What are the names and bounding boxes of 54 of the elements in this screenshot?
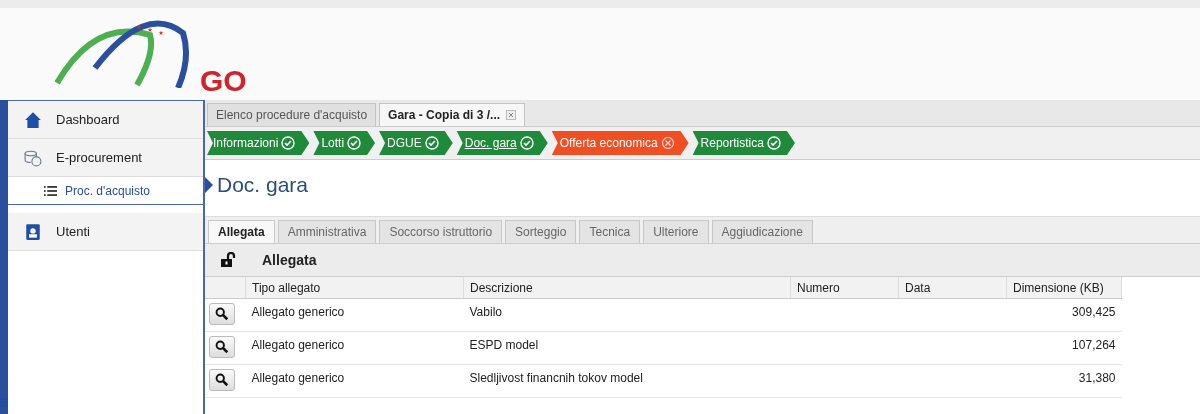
search-button[interactable] xyxy=(209,369,235,391)
table-cell: 309,425 xyxy=(1006,298,1122,332)
wizard-step[interactable]: DGUE xyxy=(379,131,453,155)
tab[interactable]: Amministrativa xyxy=(277,220,377,243)
tab[interactable]: Aggiudicazione xyxy=(711,220,813,243)
search-icon xyxy=(215,373,229,387)
table-cell: Allegato generico xyxy=(245,364,464,398)
sidebar-item[interactable]: Dashboard xyxy=(8,101,203,139)
wizard-step[interactable]: Reportistica xyxy=(692,131,795,155)
home-icon xyxy=(24,110,42,129)
check-circle-icon xyxy=(424,136,439,150)
column-header[interactable]: Dimensione (KB) xyxy=(1006,277,1122,299)
cross-circle-icon xyxy=(660,136,675,150)
wizard-step[interactable]: Lotti xyxy=(313,131,376,155)
table-cell: 31,380 xyxy=(1006,364,1122,398)
search-icon xyxy=(215,340,229,354)
section-title: Allegata xyxy=(262,252,317,268)
coins-icon xyxy=(24,148,42,167)
search-icon xyxy=(215,307,229,321)
column-header[interactable]: Tipo allegato xyxy=(245,277,464,299)
page-title: Doc. gara xyxy=(217,173,309,197)
table-cell: 107,264 xyxy=(1006,331,1122,365)
close-icon[interactable] xyxy=(506,110,517,120)
column-header[interactable]: Data xyxy=(898,277,1007,299)
check-circle-icon xyxy=(281,136,296,150)
search-button[interactable] xyxy=(209,303,235,325)
search-button[interactable] xyxy=(209,336,235,358)
tab[interactable]: Sorteggio xyxy=(505,220,577,243)
document-tab[interactable]: Elenco procedure d'acquisto xyxy=(207,103,377,126)
caret-icon xyxy=(205,177,213,193)
unlocked-padlock-icon[interactable] xyxy=(221,252,237,268)
logo-text: GO xyxy=(200,66,247,96)
table-cell: Vabilo xyxy=(463,298,791,332)
table-cell: Sledljivost financnih tokov model xyxy=(463,364,791,398)
tab[interactable]: Allegata xyxy=(208,220,275,243)
check-circle-icon xyxy=(519,136,534,150)
table-cell: ESPD model xyxy=(463,331,791,365)
column-header[interactable]: Descrizione xyxy=(463,277,791,299)
list-icon xyxy=(44,184,57,197)
tab[interactable]: Ulteriore xyxy=(643,220,709,243)
check-circle-icon xyxy=(347,136,362,150)
tab[interactable]: Tecnica xyxy=(579,220,641,243)
table-cell: Allegato generico xyxy=(245,331,464,365)
sidebar-item[interactable]: E-procurement xyxy=(8,139,203,177)
column-header[interactable]: Numero xyxy=(790,277,899,299)
wizard-step[interactable]: Doc. gara xyxy=(456,131,548,155)
tab[interactable]: Soccorso istruttorio xyxy=(379,220,503,243)
user-icon xyxy=(24,222,42,241)
wizard-step[interactable]: Offerta economica xyxy=(551,131,689,155)
sidebar-item[interactable]: Utenti xyxy=(8,213,203,251)
document-tab[interactable]: Gara - Copia di 3 /... xyxy=(379,103,526,126)
wizard-step[interactable]: Informazioni xyxy=(207,131,310,155)
table-cell: Allegato generico xyxy=(245,298,464,332)
check-circle-icon xyxy=(766,136,781,150)
